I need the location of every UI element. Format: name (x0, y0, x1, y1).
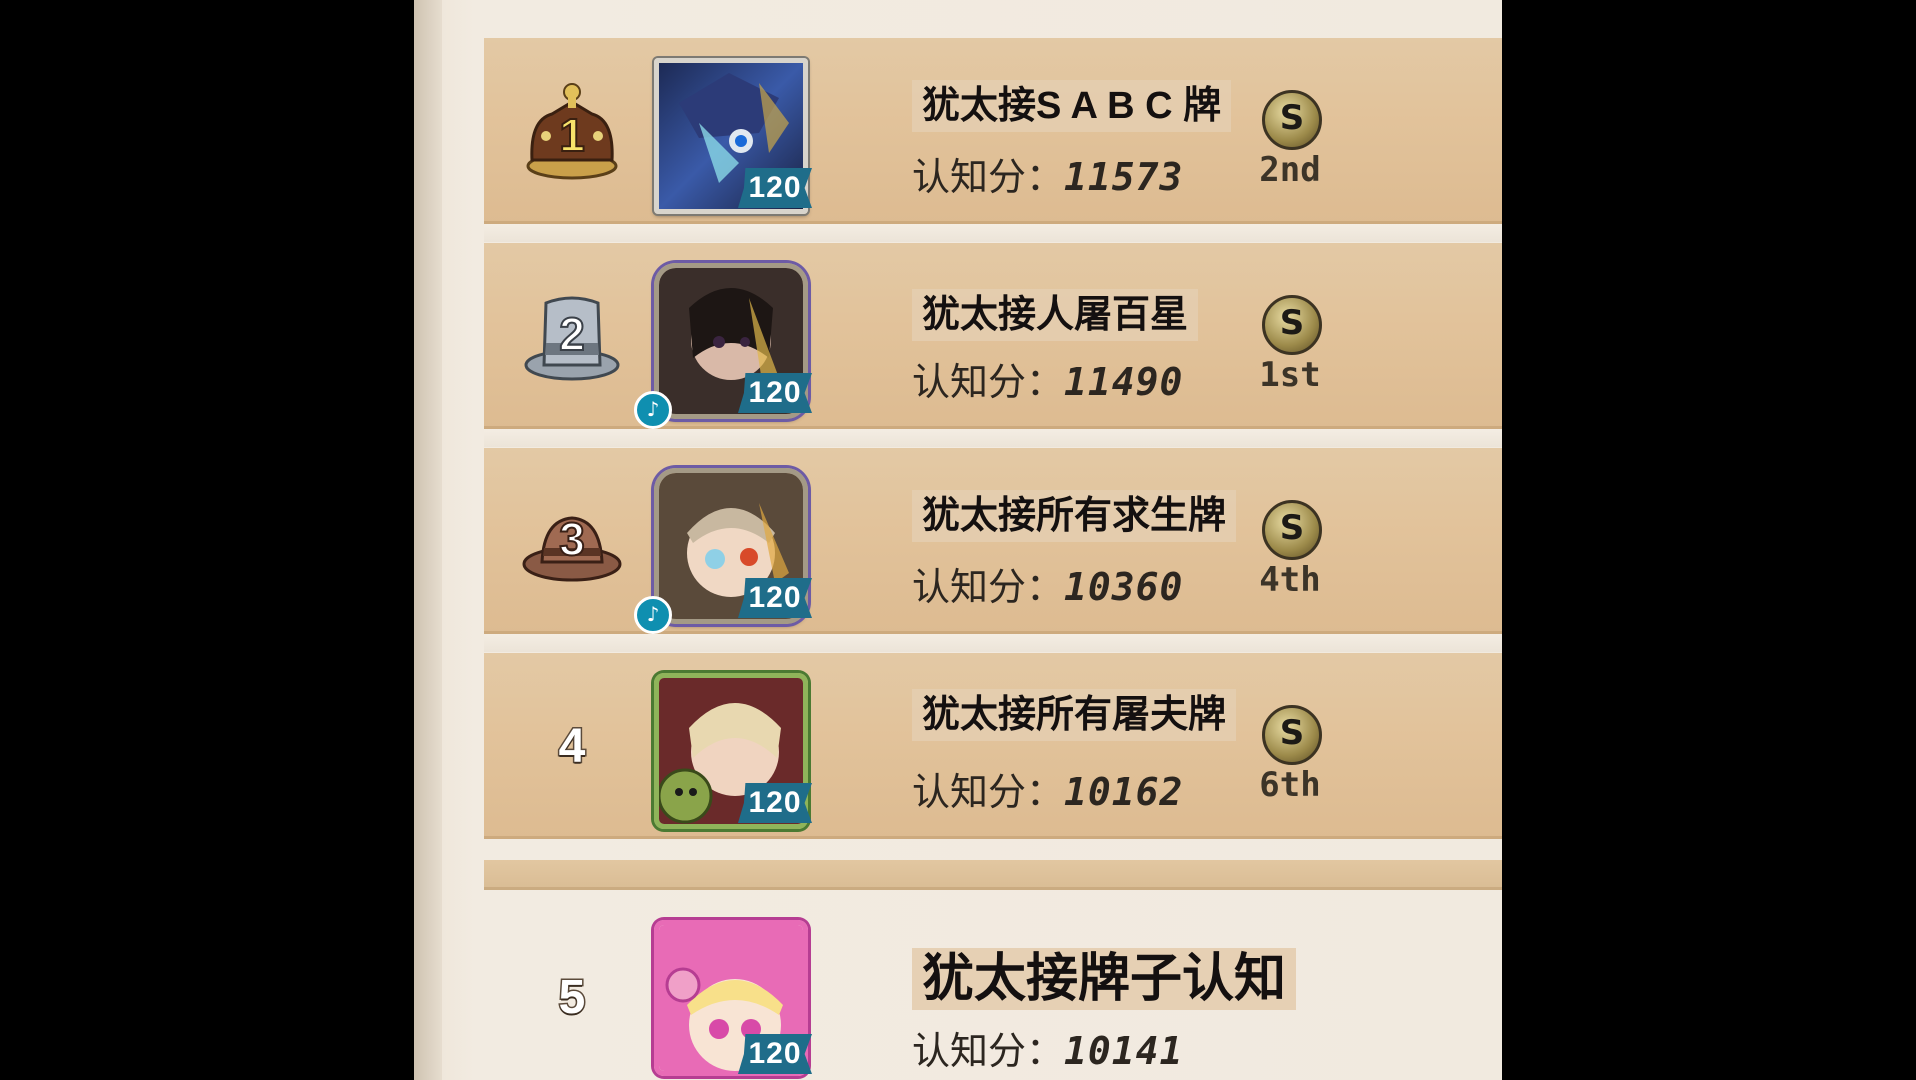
level-tag: 120 (738, 373, 812, 413)
level-tag: 120 (738, 168, 812, 208)
leaderboard-panel: 1 120 犹太接S A B C 牌 认知分：11573 S 2nd + (414, 0, 1502, 1080)
leaderboard-row-4[interactable]: 4 120 犹太接所有屠夫牌 认知分：10162 S 6th + (484, 653, 1502, 839)
score-label: 认知分： (912, 770, 1065, 814)
rank-number: 3 (558, 513, 586, 565)
score-value: 10360 (1064, 565, 1184, 609)
rank-number: 2 (558, 308, 586, 360)
season-rank: 2nd (1259, 150, 1321, 190)
leaderboard-row-2[interactable]: 2 120 ♪ 犹太接人屠百星 认知分：11490 S 1st + (484, 243, 1502, 429)
level-tag: 120 (738, 578, 812, 618)
score-label: 认知分： (912, 155, 1065, 199)
row-divider (484, 634, 1502, 652)
rank-number: 1 (558, 109, 586, 161)
top-hat-icon: 2 (522, 285, 622, 385)
leaderboard-row-1[interactable]: 1 120 犹太接S A B C 牌 认知分：11573 S 2nd + (484, 38, 1502, 224)
score-value: 10141 (1064, 1029, 1184, 1073)
season-emblem-icon: S (1262, 500, 1322, 560)
panel-edge (414, 0, 442, 1080)
season-rank: 1st (1259, 355, 1321, 395)
player-name: 犹太接所有屠夫牌 (912, 689, 1237, 741)
player-name: 犹太接牌子认知 (912, 948, 1297, 1010)
rank-number: 4 (557, 719, 587, 775)
rank-number: 5 (557, 970, 587, 1026)
cognition-score: 认知分：10141 (912, 1020, 1183, 1075)
level-tag: 120 (738, 783, 812, 823)
leaderboard-row-3[interactable]: 3 120 ♪ 犹太接所有求生牌 认知分：10360 S 4th + (484, 448, 1502, 634)
score-value: 10162 (1064, 770, 1184, 814)
crown-icon: 1 (522, 80, 622, 180)
score-value: 11490 (1064, 360, 1184, 404)
score-label: 认知分： (912, 1029, 1065, 1073)
score-label: 认知分： (912, 360, 1065, 404)
score-value: 11573 (1064, 155, 1184, 199)
player-name: 犹太接所有求生牌 (912, 490, 1237, 542)
cognition-score: 认知分：10162 (912, 761, 1183, 816)
tiktok-badge-icon: ♪ (634, 596, 672, 634)
cognition-score: 认知分：11490 (912, 351, 1183, 406)
score-label: 认知分： (912, 565, 1065, 609)
season-emblem-icon: S (1262, 90, 1322, 150)
season-emblem-icon: S (1262, 705, 1322, 765)
season-emblem-icon: S (1262, 295, 1322, 355)
player-name: 犹太接人屠百星 (912, 289, 1199, 341)
row-divider (484, 224, 1502, 242)
leaderboard-row-partial (484, 860, 1502, 890)
tiktok-badge-icon: ♪ (634, 391, 672, 429)
cognition-score: 认知分：11573 (912, 146, 1183, 201)
fedora-icon: 3 (522, 490, 622, 590)
player-name: 犹太接S A B C 牌 (912, 80, 1232, 132)
season-rank: 4th (1259, 560, 1321, 600)
level-tag: 120 (738, 1034, 812, 1074)
row-divider (484, 429, 1502, 447)
season-rank: 6th (1259, 765, 1321, 805)
self-row[interactable]: 5 120 犹太接牌子认知 认知分：10141 自己 (484, 892, 1502, 1080)
cognition-score: 认知分：10360 (912, 556, 1183, 611)
